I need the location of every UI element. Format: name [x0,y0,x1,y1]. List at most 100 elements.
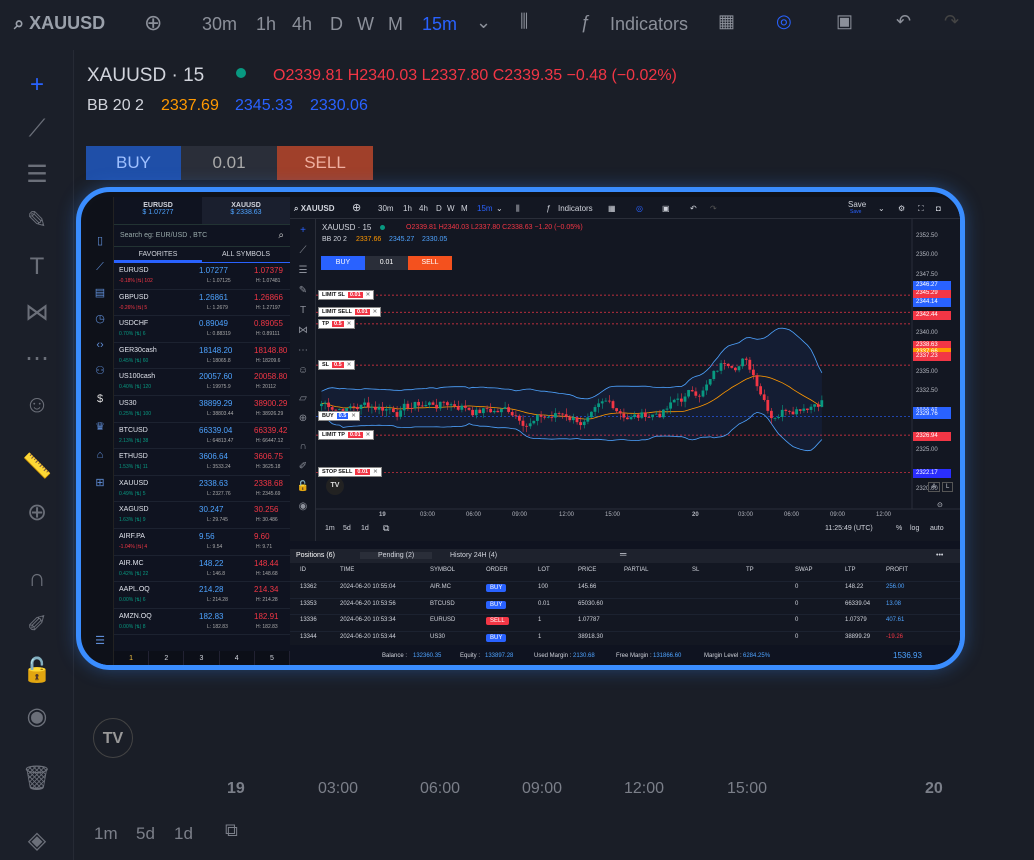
lines-icon[interactable]: ☰ [20,158,54,192]
close-icon[interactable]: ✕ [366,292,371,298]
measure-lines-icon[interactable]: ⋯ [20,342,54,376]
bg-sell-button[interactable]: SELL [277,146,373,180]
ruler-icon[interactable]: ▱ [296,393,310,407]
watchlist-row[interactable]: USDCHF 0.70% |⇅| 6 0.89049 0.89055 L: 0.8831… [114,316,290,343]
order-line-label[interactable]: STOP SELL 0.01 ✕ [318,467,382,478]
percent-button[interactable]: % [896,525,902,532]
chevron-down-icon[interactable]: ⌄ [878,204,885,213]
pattern-icon[interactable]: ⋈ [296,325,310,339]
row-bid[interactable]: 66339.04 [199,426,232,435]
interval-w[interactable]: W [447,204,455,213]
order-line-label[interactable]: LIMIT TP 0.01 ✕ [318,430,375,441]
magnet-icon[interactable]: ∩ [20,562,54,596]
auto-button[interactable]: auto [930,525,944,532]
watchlist-row[interactable]: XAUUSD 0.49% |⇅| 5 2338.63 2338.68 L: 2327.7… [114,476,290,503]
order-line-label[interactable]: SL 0.5 ✕ [318,360,356,371]
order-line-label[interactable]: BUY 0.5 ✕ [318,411,360,422]
order-line-label[interactable]: LIMIT SL 0.01 ✕ [318,290,375,301]
brush-icon[interactable]: ✎ [20,204,54,238]
bg-interval-1h[interactable]: 1h [256,14,276,35]
magnet-icon[interactable]: ∩ [296,441,310,455]
watchlist-row[interactable]: US100cash 0.40% |⇅| 120 20057.60 20058.80 L:… [114,369,290,396]
search-icon[interactable]: ⌕ [278,230,284,241]
bg-interval-d[interactable]: D [330,14,343,35]
emoji-icon[interactable]: ☺ [296,365,310,379]
interval-30m[interactable]: 30m [378,204,394,213]
interval-4h[interactable]: 4h [419,204,428,213]
trash-icon[interactable]: 🗑 [20,762,54,796]
row-bid[interactable]: 148.22 [199,559,223,568]
column-header[interactable]: PRICE [578,567,596,573]
row-bid[interactable]: 3606.64 [199,452,228,461]
dollar-icon[interactable]: $ [92,391,108,407]
briefcase-icon[interactable]: ▤ [92,285,108,301]
cell-order[interactable]: BUY [486,584,507,592]
sell-button[interactable]: SELL [408,256,452,270]
search-input[interactable]: Search eg: EUR/USD , BTC ⌕ [114,225,290,247]
page-1[interactable]: 1 [114,651,150,665]
chevron-down-icon[interactable]: ⌄ [496,204,503,213]
log-button[interactable]: log [910,525,919,532]
visibility-icon[interactable]: ◉ [296,501,310,515]
watchlist-row[interactable]: BTCUSD 2.13% |⇅| 38 66339.04 66339.42 L: 648… [114,423,290,450]
chart-icon[interactable]: ⟋ [92,259,108,275]
page-2[interactable]: 2 [149,651,185,665]
close-icon[interactable]: ✕ [373,309,378,315]
bg-interval-4h[interactable]: 4h [292,14,312,35]
lock-pen-icon[interactable]: ✐ [20,608,54,642]
gear-icon[interactable]: ⚙ [898,204,905,213]
row-bid[interactable]: 1.07277 [199,266,228,275]
row-ask[interactable]: 66339.42 [254,426,287,435]
text-icon[interactable]: T [20,250,54,284]
row-ask[interactable]: 182.91 [254,612,278,621]
watchlist-row[interactable]: ETHUSD 1.53% |⇅| 11 3606.64 3606.75 L: 3533.… [114,449,290,476]
eye-icon[interactable]: ◎ [776,11,792,32]
candles-icon[interactable]: ⫼ [516,204,520,214]
hierarchy-icon[interactable]: ⊞ [92,475,108,491]
watchlist-row[interactable]: AAPL.OQ 0.00% |⇅| 6 214.28 214.34 L: 214.28 H… [114,582,290,609]
fullscreen-icon[interactable]: ⛶ [918,204,924,214]
add-icon[interactable]: ⊕ [144,10,162,36]
symbol-search[interactable]: ⌕ XAUUSD [294,204,335,214]
row-bid[interactable]: 182.83 [199,612,223,621]
bg-interval-m[interactable]: M [388,14,403,35]
zoom-in-icon[interactable]: ⊕ [20,496,54,530]
chevron-down-icon[interactable]: ⌄ [476,12,491,33]
fx-icon[interactable]: ƒ [546,204,550,213]
bg-buy-button[interactable]: BUY [86,146,181,180]
lock-icon[interactable]: 🔓 [296,481,310,495]
settings-target-icon[interactable]: ⊙ [937,501,943,509]
pattern-icon[interactable]: ⋈ [20,296,54,330]
visibility-icon[interactable]: ◉ [20,700,54,734]
brush-icon[interactable]: ✎ [296,285,310,299]
column-header[interactable]: TP [746,567,754,573]
header-symbol-xauusd[interactable]: XAUUSD $ 2338.63 [202,197,290,224]
page-3[interactable]: 3 [184,651,220,665]
tab-positions[interactable]: Positions (6) [296,552,335,559]
close-icon[interactable]: ✕ [347,362,352,368]
range-1d[interactable]: 1d [361,525,369,532]
row-bid[interactable]: 20057.60 [199,372,232,381]
more-icon[interactable]: ••• [936,552,943,559]
measure-lines-icon[interactable]: ⋯ [296,345,310,359]
row-ask[interactable]: 2338.68 [254,479,283,488]
drag-handle-icon[interactable]: ═ [620,549,626,559]
panel-resize-handle[interactable] [290,541,960,549]
graduation-icon[interactable]: ⌂ [92,447,108,463]
row-ask[interactable]: 30.256 [254,505,278,514]
bg-range-5d[interactable]: 5d [136,824,155,844]
range-1m[interactable]: 1m [325,525,335,532]
row-ask[interactable]: 1.26866 [254,293,283,302]
close-icon[interactable]: ✕ [366,432,371,438]
code-icon[interactable]: ‹› [92,337,108,353]
row-bid[interactable]: 2338.63 [199,479,228,488]
fx-icon[interactable]: ƒ [580,12,590,33]
column-header[interactable]: LOT [538,567,550,573]
row-bid[interactable]: 38899.29 [199,399,232,408]
page-4[interactable]: 4 [220,651,255,665]
range-5d[interactable]: 5d [343,525,351,532]
tab-favorites[interactable]: FAVORITES [114,247,202,262]
watchlist-row[interactable]: AIR.MC 0.42% |⇅| 22 148.22 148.44 L: 146.8 H:… [114,556,290,583]
trendline-icon[interactable]: ⟋ [20,112,54,146]
bg-interval-30m[interactable]: 30m [202,14,237,35]
